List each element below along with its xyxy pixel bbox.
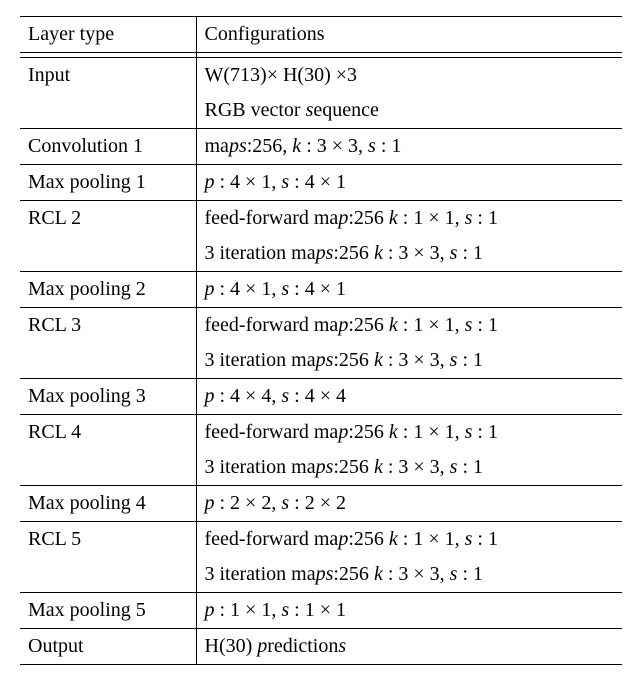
- header-right: Configurations: [196, 17, 622, 53]
- config-cell: W(713)× H(30) ×3: [196, 58, 622, 94]
- layer-type-cell: RCL 3: [20, 308, 196, 379]
- table-row: Convolution 1maps:256, k : 3 × 3, s : 1: [20, 129, 622, 165]
- header-left: Layer type: [20, 17, 196, 53]
- table-row: Max pooling 3p : 4 × 4, s : 4 × 4: [20, 379, 622, 415]
- config-cell: feed-forward map:256 k : 1 × 1, s : 1: [196, 415, 622, 450]
- config-cell: p : 4 × 1, s : 4 × 1: [196, 272, 622, 308]
- layer-type-cell: RCL 5: [20, 522, 196, 593]
- config-cell: 3 iteration maps:256 k : 3 × 3, s : 1: [196, 450, 622, 486]
- config-cell: H(30) predictions: [196, 629, 622, 665]
- layer-type-cell: Max pooling 3: [20, 379, 196, 415]
- config-cell: p : 2 × 2, s : 2 × 2: [196, 486, 622, 522]
- table-row: OutputH(30) predictions: [20, 629, 622, 665]
- layer-type-cell: Max pooling 1: [20, 165, 196, 201]
- layer-type-cell: Max pooling 2: [20, 272, 196, 308]
- config-cell: 3 iteration maps:256 k : 3 × 3, s : 1: [196, 236, 622, 272]
- layer-type-cell: Max pooling 4: [20, 486, 196, 522]
- table-row: RCL 2feed-forward map:256 k : 1 × 1, s :…: [20, 201, 622, 236]
- table-row: Max pooling 2p : 4 × 1, s : 4 × 1: [20, 272, 622, 308]
- layer-type-cell: Output: [20, 629, 196, 665]
- layer-type-cell: RCL 4: [20, 415, 196, 486]
- config-cell: 3 iteration maps:256 k : 3 × 3, s : 1: [196, 343, 622, 379]
- layer-type-cell: Input: [20, 58, 196, 129]
- config-cell: p : 4 × 1, s : 4 × 1: [196, 165, 622, 201]
- table-row: RCL 5feed-forward map:256 k : 1 × 1, s :…: [20, 522, 622, 557]
- table-row: RCL 4feed-forward map:256 k : 1 × 1, s :…: [20, 415, 622, 450]
- layer-type-cell: Convolution 1: [20, 129, 196, 165]
- config-cell: maps:256, k : 3 × 3, s : 1: [196, 129, 622, 165]
- table-row: Max pooling 4p : 2 × 2, s : 2 × 2: [20, 486, 622, 522]
- table-row: InputW(713)× H(30) ×3: [20, 58, 622, 94]
- config-cell: 3 iteration maps:256 k : 3 × 3, s : 1: [196, 557, 622, 593]
- config-cell: feed-forward map:256 k : 1 × 1, s : 1: [196, 522, 622, 557]
- table-row: RCL 3feed-forward map:256 k : 1 × 1, s :…: [20, 308, 622, 343]
- config-cell: feed-forward map:256 k : 1 × 1, s : 1: [196, 308, 622, 343]
- config-cell: feed-forward map:256 k : 1 × 1, s : 1: [196, 201, 622, 236]
- config-cell: RGB vector sequence: [196, 93, 622, 129]
- architecture-table: Layer type Configurations InputW(713)× H…: [20, 16, 622, 665]
- layer-type-cell: RCL 2: [20, 201, 196, 272]
- table-row: Max pooling 1p : 4 × 1, s : 4 × 1: [20, 165, 622, 201]
- config-cell: p : 4 × 4, s : 4 × 4: [196, 379, 622, 415]
- table-header: Layer type Configurations: [20, 17, 622, 53]
